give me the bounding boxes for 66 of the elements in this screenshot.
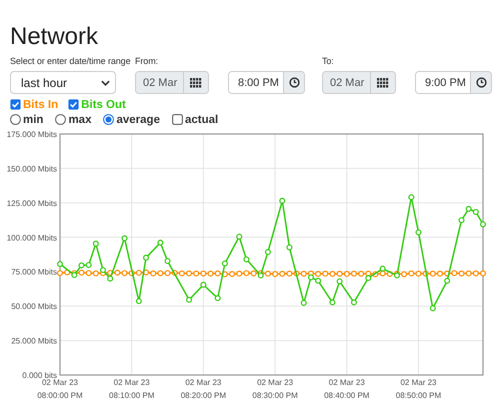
data-point bbox=[286, 244, 292, 250]
axis-label: 0.000 bits bbox=[22, 371, 57, 380]
axis-label: 50.000 Mbits bbox=[11, 302, 57, 312]
calendar-icon bbox=[377, 78, 389, 88]
clock-button[interactable] bbox=[471, 72, 491, 93]
data-point bbox=[164, 258, 171, 264]
data-point bbox=[458, 217, 464, 224]
axis-label: 100.000 Mbits bbox=[6, 233, 57, 242]
axis-label: 02 Mar 23 08:10:00 PM bbox=[109, 378, 154, 400]
caret-icon bbox=[101, 80, 110, 86]
clock-button[interactable] bbox=[284, 72, 304, 93]
axis-label: 25.000 Mbits bbox=[11, 336, 57, 346]
data-point bbox=[222, 260, 228, 266]
radio[interactable] bbox=[10, 114, 21, 125]
axis-label: 02 Mar 23 08:00:00 PM bbox=[37, 378, 83, 400]
field-label: From: bbox=[135, 55, 159, 67]
data-point bbox=[415, 229, 422, 236]
checked-checkbox[interactable] bbox=[10, 99, 21, 110]
option-label[interactable]: average bbox=[116, 114, 160, 126]
data-point bbox=[157, 240, 164, 246]
date-field[interactable]: 02 Mar bbox=[323, 72, 371, 93]
time-field[interactable]: 8:00 PM bbox=[229, 72, 284, 93]
data-point bbox=[186, 296, 192, 303]
radio[interactable] bbox=[55, 114, 66, 125]
axis-label: 125.000 Mbits bbox=[6, 198, 57, 208]
axis-label: 150.000 Mbits bbox=[6, 164, 57, 174]
axis-label: 175.000 Mbits bbox=[6, 130, 57, 139]
selected-radio[interactable] bbox=[103, 114, 114, 125]
axis-label: 02 Mar 23 08:30:00 PM bbox=[252, 378, 298, 400]
data-point bbox=[480, 221, 486, 228]
calendar-button[interactable] bbox=[371, 72, 395, 93]
data-point bbox=[264, 249, 271, 256]
calendar-icon bbox=[190, 78, 202, 88]
axis-label: 75.000 Mbits bbox=[11, 268, 57, 277]
field-label: To: bbox=[322, 55, 335, 67]
data-point bbox=[300, 300, 307, 306]
data-point bbox=[279, 198, 286, 204]
data-point bbox=[430, 305, 436, 312]
page-title: Network bbox=[9, 22, 100, 52]
clock-icon bbox=[476, 77, 486, 88]
data-point bbox=[243, 256, 250, 262]
data-point bbox=[329, 299, 336, 306]
option-label[interactable]: min bbox=[23, 114, 44, 126]
clock-icon bbox=[288, 77, 300, 88]
data-point bbox=[200, 282, 206, 288]
range-select[interactable]: last hour bbox=[10, 71, 116, 94]
data-point bbox=[122, 235, 128, 242]
checked-checkbox[interactable] bbox=[68, 99, 80, 110]
axis-label: 02 Mar 23 08:20:00 PM bbox=[180, 378, 226, 400]
axis-label: 02 Mar 23 08:40:00 PM bbox=[324, 378, 370, 400]
data-point bbox=[214, 295, 221, 302]
calendar-button[interactable] bbox=[184, 72, 208, 93]
option-label[interactable]: actual bbox=[184, 114, 218, 126]
time-field[interactable]: 9:00 PM bbox=[416, 72, 471, 93]
option-label[interactable]: max bbox=[68, 114, 92, 126]
axis-label: 02 Mar 23 08:50:00 PM bbox=[396, 378, 442, 400]
data-point bbox=[408, 194, 414, 200]
checkbox[interactable] bbox=[172, 114, 183, 125]
data-point bbox=[136, 298, 142, 304]
data-point bbox=[92, 240, 99, 247]
field-label: Select or enter date/time range bbox=[10, 55, 132, 67]
data-point bbox=[57, 261, 63, 267]
data-point bbox=[350, 299, 357, 306]
data-point bbox=[236, 234, 242, 240]
date-field[interactable]: 02 Mar bbox=[136, 72, 184, 93]
data-point bbox=[143, 254, 150, 261]
